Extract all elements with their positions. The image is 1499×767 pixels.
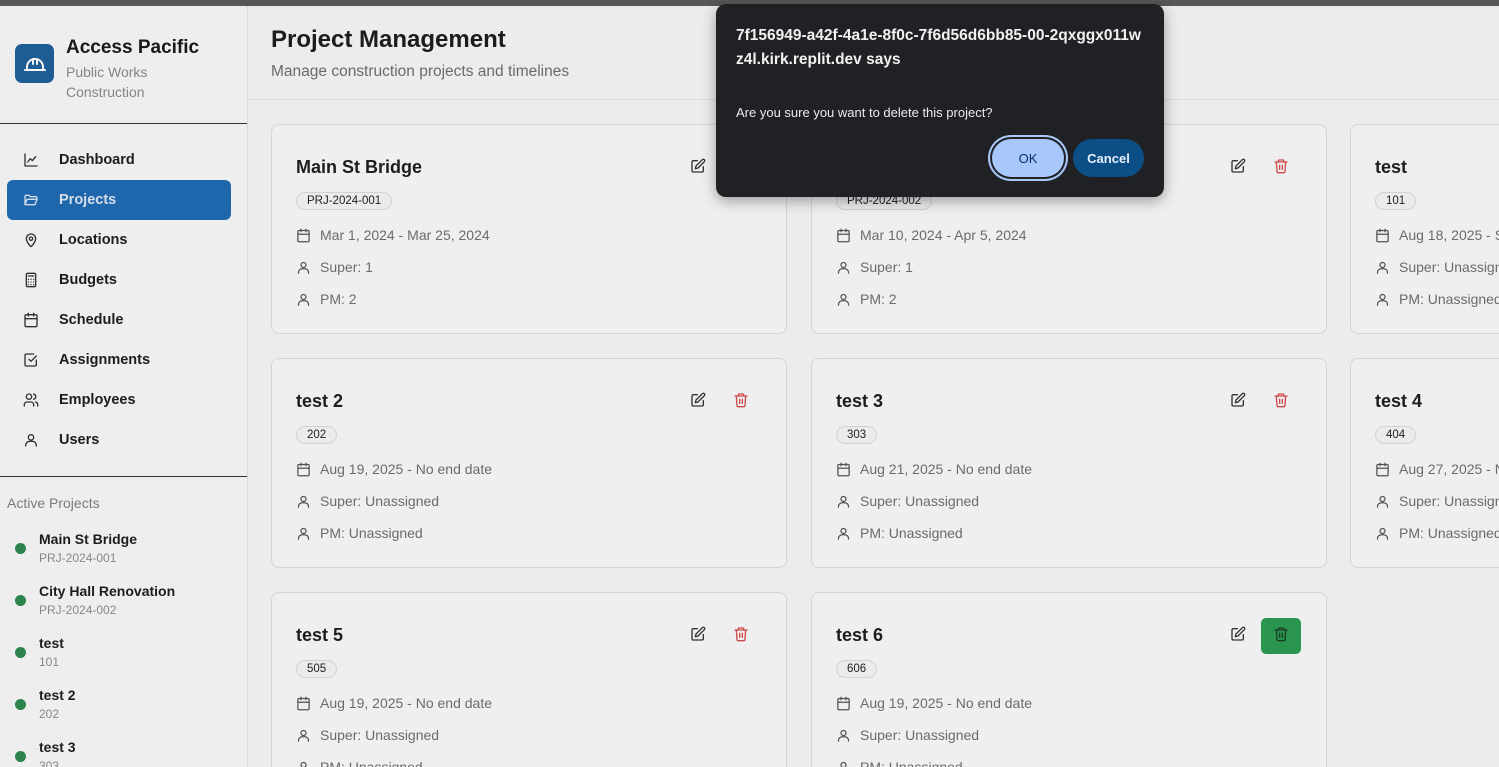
dialog-message: Are you sure you want to delete this pro… (736, 105, 993, 120)
confirm-dialog: 7f156949-a42f-4a1e-8f0c-7f6d56d6bb85-00-… (716, 4, 1164, 197)
dialog-title: 7f156949-a42f-4a1e-8f0c-7f6d56d6bb85-00-… (736, 27, 1141, 68)
cancel-button[interactable]: Cancel (1073, 139, 1144, 177)
ok-button[interactable]: OK (992, 139, 1064, 177)
